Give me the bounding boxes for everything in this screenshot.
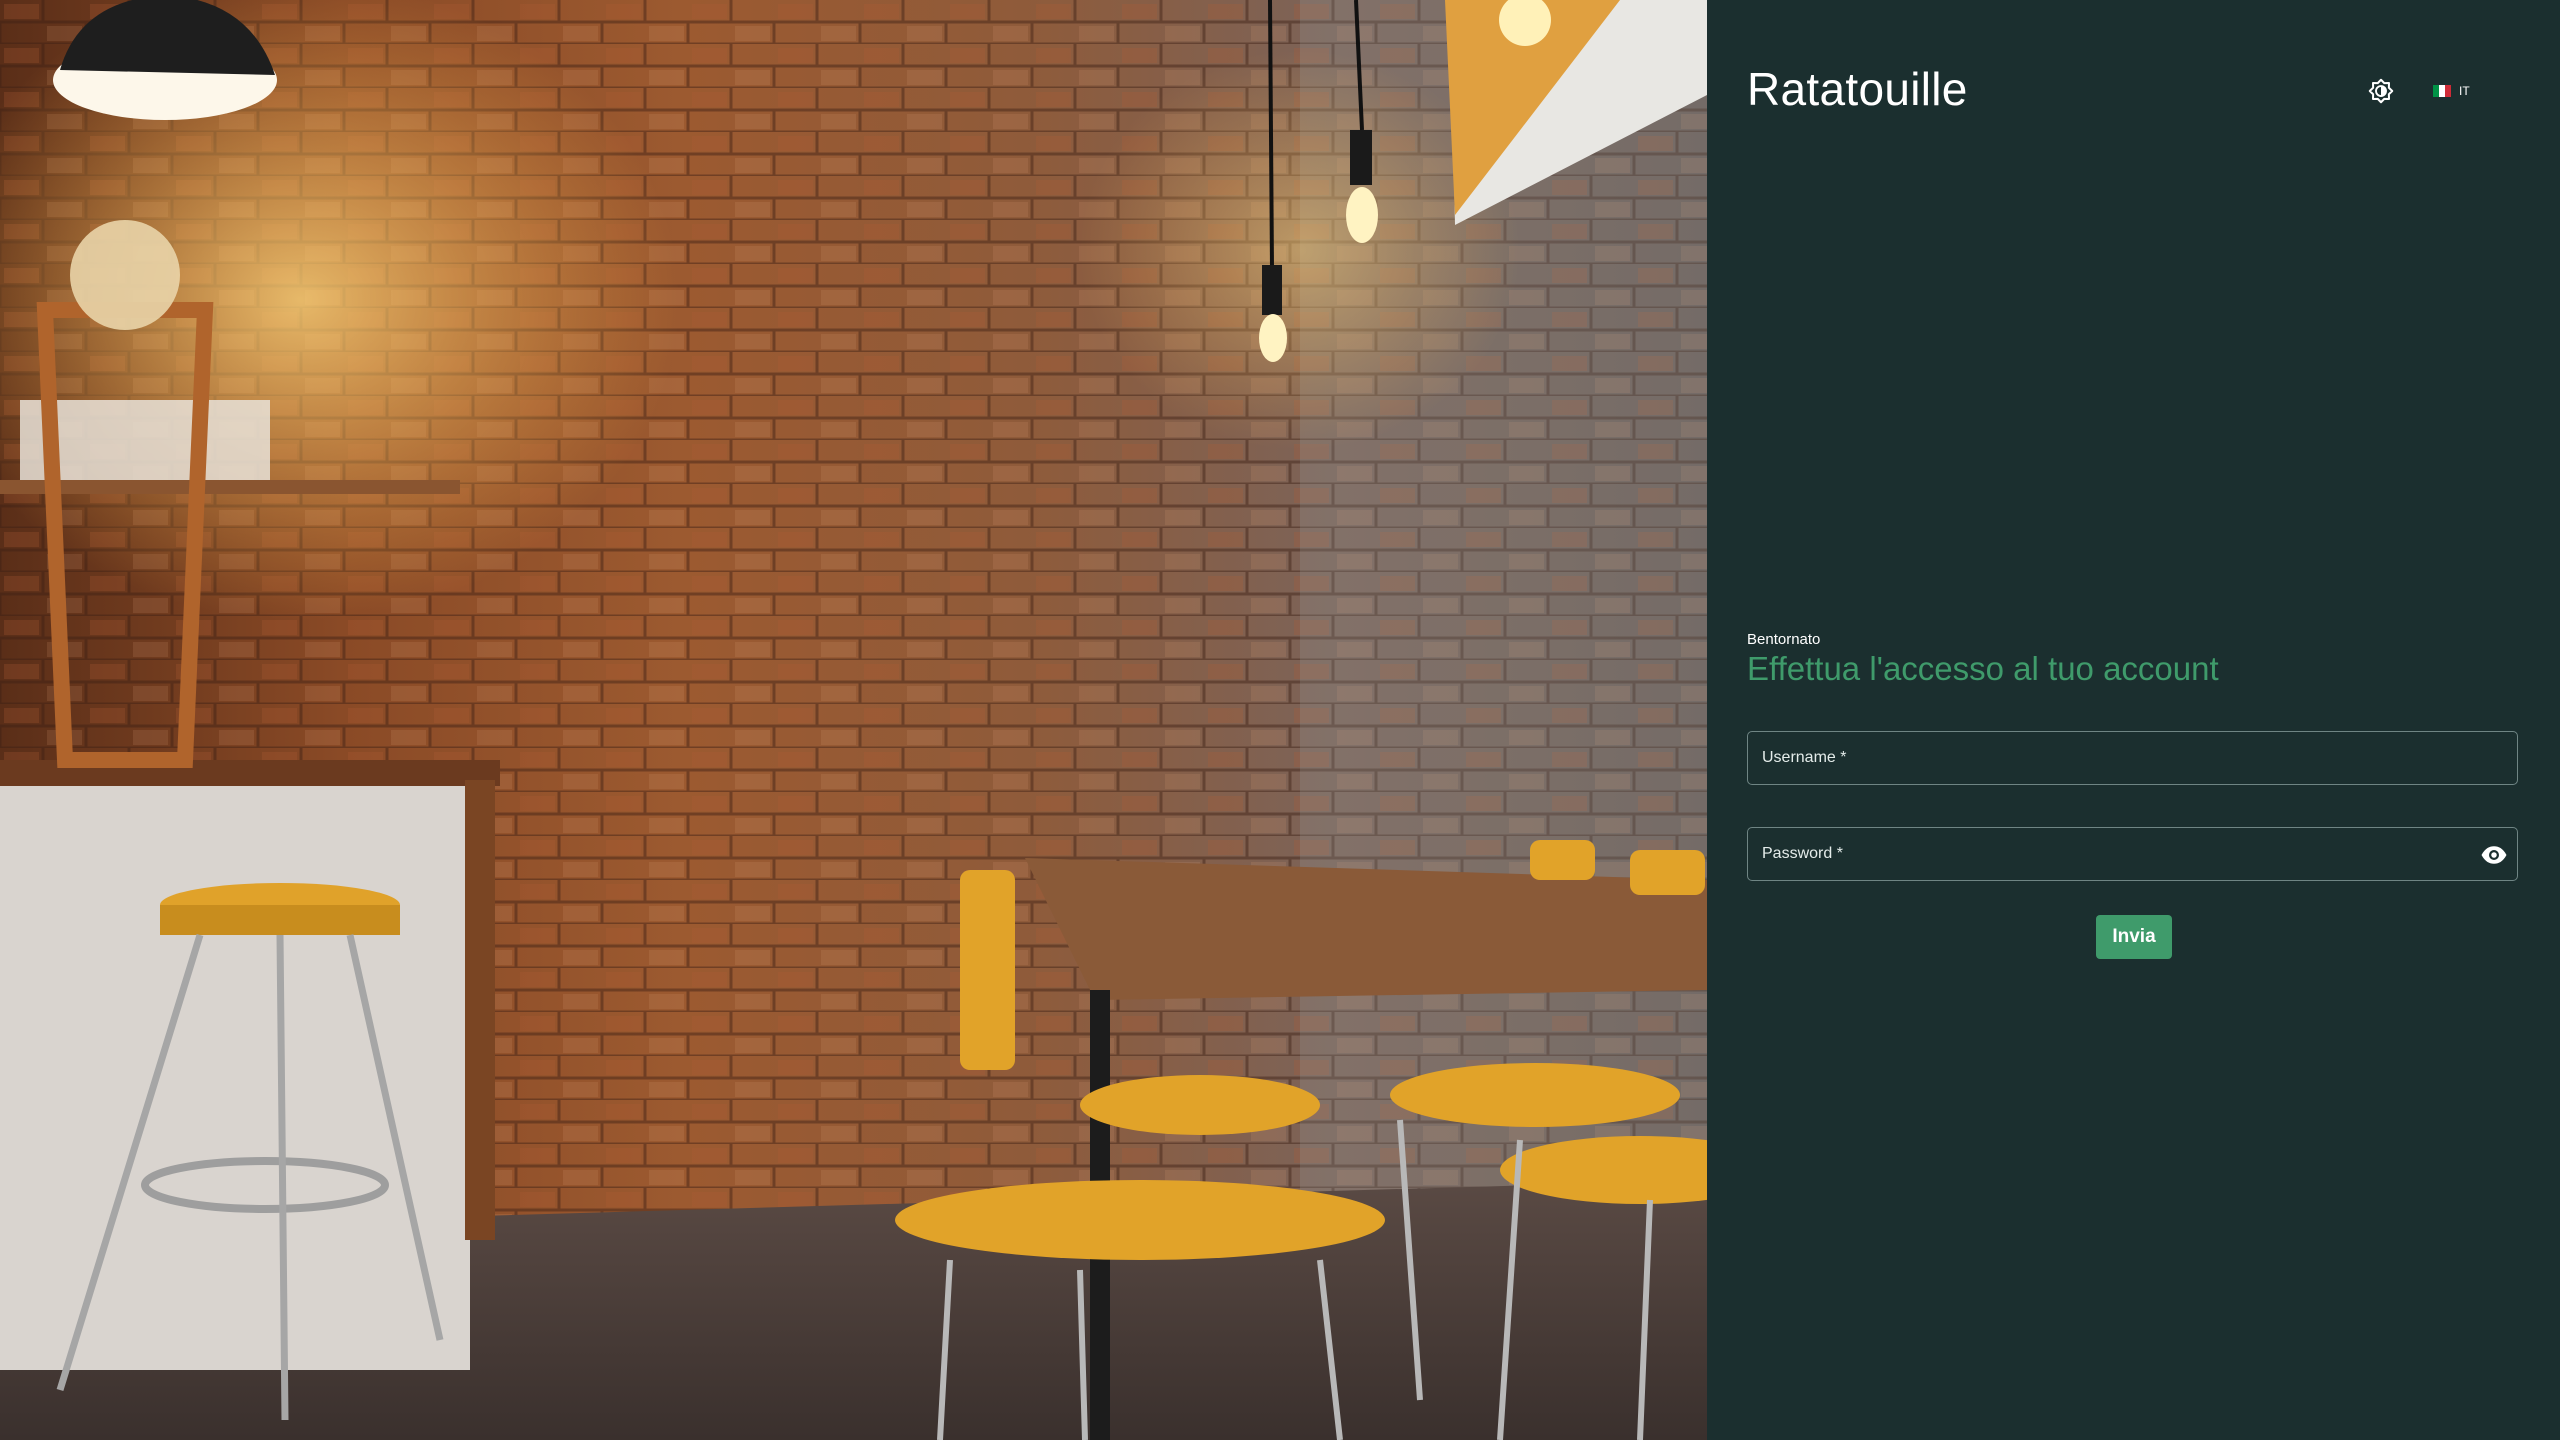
- submit-button[interactable]: Invia: [2096, 915, 2172, 959]
- restaurant-interior-illustration: [0, 0, 1707, 1440]
- language-switcher[interactable]: IT: [2427, 76, 2476, 106]
- background-photo: [0, 0, 1707, 1440]
- welcome-text: Bentornato: [1747, 631, 1821, 648]
- username-input[interactable]: [1748, 732, 2517, 784]
- eye-icon: [2481, 846, 2507, 864]
- username-field: Username *: [1747, 731, 2518, 785]
- app-title: Ratatouille: [1747, 63, 1968, 115]
- brightness-icon: [2368, 78, 2394, 104]
- login-panel: Ratatouille IT Bentornato Effettua l'acc…: [1707, 0, 2560, 1440]
- login-headline: Effettua l'accesso al tuo account: [1747, 650, 2219, 687]
- password-input[interactable]: [1748, 828, 2517, 880]
- theme-toggle-button[interactable]: [2366, 76, 2396, 106]
- toggle-password-visibility-button[interactable]: [2479, 840, 2509, 870]
- language-code: IT: [2459, 84, 2470, 98]
- italy-flag-icon: [2433, 85, 2451, 97]
- password-field: Password *: [1747, 827, 2518, 881]
